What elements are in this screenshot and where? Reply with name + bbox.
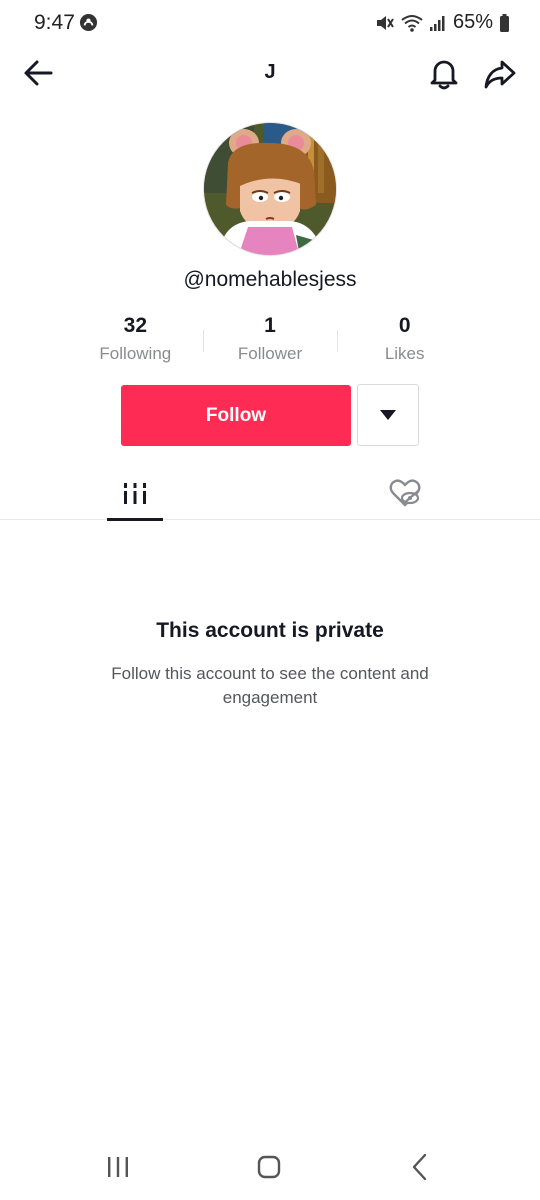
profile-username: @nomehablesjess: [183, 268, 357, 291]
mute-icon: [376, 15, 394, 30]
signal-icon: [429, 15, 445, 31]
recents-icon[interactable]: [104, 1154, 132, 1180]
battery-percent: 65%: [452, 11, 493, 33]
avatar-image: [204, 123, 336, 255]
active-tab-indicator: [107, 518, 163, 521]
private-account-description: Follow this account to see the content a…: [111, 664, 429, 707]
stat-following-value: 32: [123, 314, 148, 337]
private-account-title: This account is private: [156, 619, 384, 642]
grid-icon: [121, 483, 149, 504]
wifi-icon: [401, 14, 423, 32]
tab-videos[interactable]: [107, 470, 163, 521]
stat-likes-label: Likes: [384, 344, 425, 363]
stat-likes: 0 Likes: [337, 312, 472, 368]
caret-down-icon: [380, 410, 396, 420]
system-navigation-bar: [0, 1140, 540, 1200]
system-back-icon[interactable]: [408, 1152, 432, 1182]
status-indicators: 65%: [375, 11, 510, 34]
stat-likes-value: 0: [398, 314, 411, 337]
stat-followers-label: Follower: [237, 344, 303, 363]
home-icon[interactable]: [256, 1154, 282, 1180]
battery-icon: [500, 13, 509, 32]
stat-followers[interactable]: 1 Follower: [202, 312, 338, 368]
stat-followers-value: 1: [264, 314, 276, 337]
profile-stats: 32 Following 1 Follower 0 Likes: [68, 312, 472, 368]
hidden-liked-icon[interactable]: [388, 476, 422, 510]
profile-header: J: [0, 50, 540, 96]
profile-tabs: [0, 470, 540, 521]
app-notification-icon: [79, 13, 98, 32]
stat-following[interactable]: 32 Following: [68, 312, 203, 368]
follow-button[interactable]: Follow: [121, 385, 351, 446]
status-bar: 9:47 65%: [0, 0, 540, 46]
notification-bell-icon[interactable]: [426, 55, 462, 91]
status-time: 9:47: [34, 11, 75, 34]
avatar[interactable]: [203, 122, 337, 256]
share-icon[interactable]: [482, 56, 518, 92]
stat-following-label: Following: [99, 344, 172, 363]
suggested-accounts-button[interactable]: [357, 384, 419, 446]
